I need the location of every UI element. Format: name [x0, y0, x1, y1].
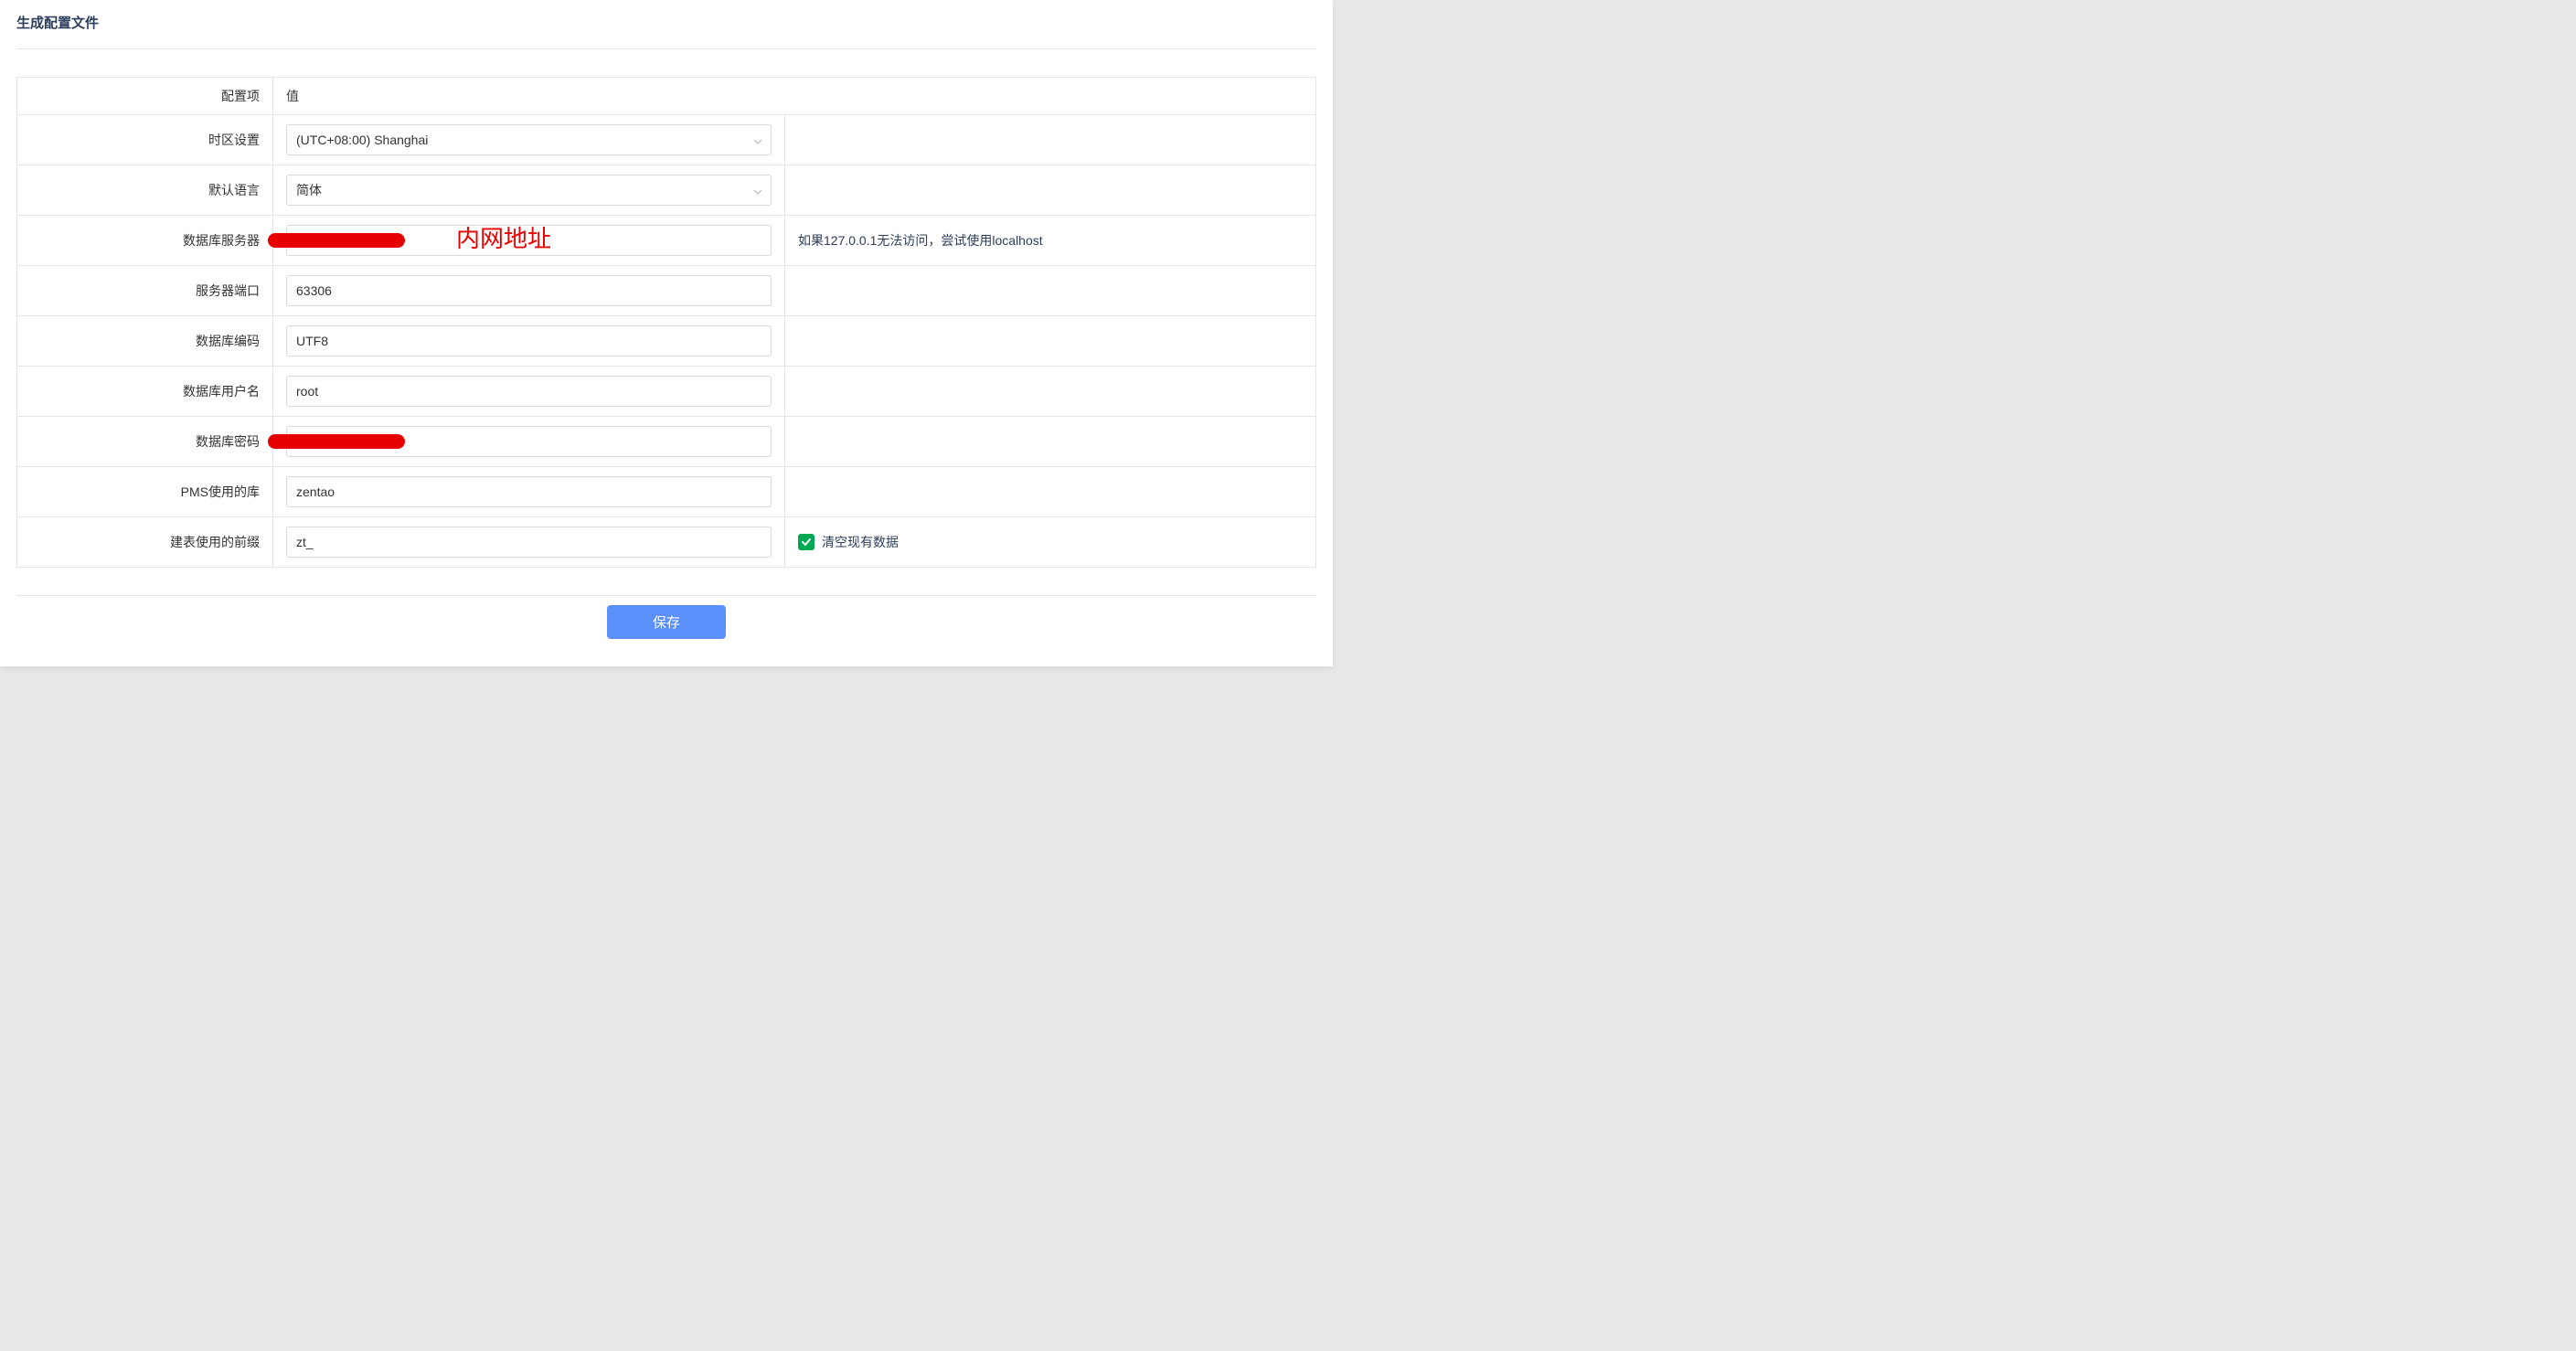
language-select[interactable] [286, 175, 772, 206]
row-language: 默认语言 [17, 165, 1316, 216]
config-table: 配置项 值 时区设置 默认语言 [16, 77, 1316, 568]
checkbox-checked-icon [798, 534, 814, 550]
db-user-input[interactable] [286, 376, 772, 407]
hint-db-server: 如果127.0.0.1无法访问，尝试使用localhost [785, 216, 1316, 266]
label-db-password: 数据库密码 [17, 417, 273, 467]
page-title: 生成配置文件 [16, 0, 1316, 49]
pms-db-input[interactable] [286, 476, 772, 507]
config-form-panel: 生成配置文件 配置项 值 时区设置 [0, 0, 1333, 666]
row-server-port: 服务器端口 [17, 266, 1316, 316]
row-table-prefix: 建表使用的前缀 清空现有数据 [17, 517, 1316, 568]
action-row: 保存 [16, 595, 1316, 639]
row-db-user: 数据库用户名 [17, 367, 1316, 417]
label-server-port: 服务器端口 [17, 266, 273, 316]
server-port-input[interactable] [286, 275, 772, 306]
language-select-wrapper[interactable] [286, 175, 772, 206]
row-db-password: 数据库密码 [17, 417, 1316, 467]
label-language: 默认语言 [17, 165, 273, 216]
row-timezone: 时区设置 [17, 115, 1316, 165]
timezone-select-wrapper[interactable] [286, 124, 772, 155]
table-prefix-input[interactable] [286, 527, 772, 558]
redaction-mark [268, 434, 405, 449]
label-db-server: 数据库服务器 [17, 216, 273, 266]
clear-data-label: 清空现有数据 [822, 533, 899, 551]
label-db-user: 数据库用户名 [17, 367, 273, 417]
row-pms-db: PMS使用的库 [17, 467, 1316, 517]
header-item: 配置项 [17, 78, 273, 115]
timezone-select[interactable] [286, 124, 772, 155]
db-encoding-input[interactable] [286, 325, 772, 356]
label-db-encoding: 数据库编码 [17, 316, 273, 367]
header-value: 值 [273, 78, 1316, 115]
row-db-encoding: 数据库编码 [17, 316, 1316, 367]
label-table-prefix: 建表使用的前缀 [17, 517, 273, 568]
row-db-server: 数据库服务器 内网地址 如果127.0.0.1无法访问，尝试使用localhos… [17, 216, 1316, 266]
clear-data-checkbox-wrap[interactable]: 清空现有数据 [798, 533, 899, 551]
label-timezone: 时区设置 [17, 115, 273, 165]
redaction-mark [268, 233, 405, 248]
save-button[interactable]: 保存 [607, 605, 726, 639]
annotation-internal-address: 内网地址 [456, 220, 551, 254]
table-header-row: 配置项 值 [17, 78, 1316, 115]
label-pms-db: PMS使用的库 [17, 467, 273, 517]
